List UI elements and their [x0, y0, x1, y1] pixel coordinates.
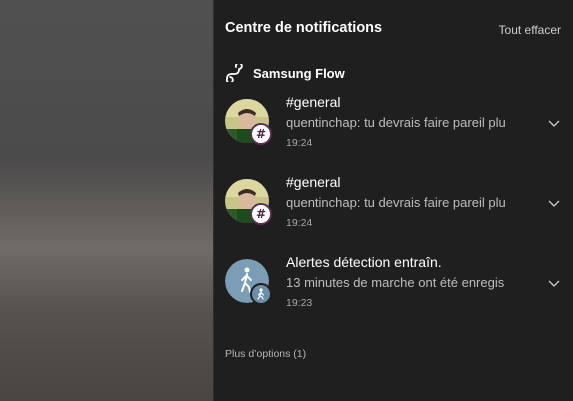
- slack-hash-icon: #: [250, 123, 272, 145]
- app-group-header[interactable]: Samsung Flow: [214, 58, 573, 92]
- chevron-down-icon[interactable]: [547, 118, 561, 128]
- notification-center: Centre de notifications Tout effacer Sam…: [213, 0, 573, 401]
- notification-item[interactable]: # #general quentinchap: tu devrais faire…: [214, 92, 573, 172]
- notification-title: #general: [286, 94, 341, 110]
- notification-time: 19:24: [286, 137, 313, 149]
- panel-header: Centre de notifications Tout effacer: [214, 0, 573, 58]
- notification-title: #general: [286, 174, 341, 190]
- health-badge-icon: [250, 283, 272, 305]
- app-group-name: Samsung Flow: [253, 66, 345, 81]
- notification-item[interactable]: # #general quentinchap: tu devrais faire…: [214, 172, 573, 252]
- clear-all-button[interactable]: Tout effacer: [499, 23, 561, 37]
- notification-item[interactable]: Alertes détection entraîn. 13 minutes de…: [214, 252, 573, 332]
- notification-time: 19:23: [286, 297, 313, 309]
- notification-body: quentinchap: tu devrais faire pareil plu: [286, 115, 506, 130]
- slack-hash-icon: #: [250, 203, 272, 225]
- notification-body: 13 minutes de marche ont été enregis: [286, 275, 505, 290]
- chevron-down-icon[interactable]: [547, 278, 561, 288]
- desktop-background: [0, 0, 213, 401]
- more-options-link[interactable]: Plus d’options (1): [225, 348, 306, 360]
- notification-title: Alertes détection entraîn.: [286, 254, 442, 270]
- notification-time: 19:24: [286, 217, 313, 229]
- samsung-flow-icon: [225, 64, 243, 82]
- chevron-down-icon[interactable]: [547, 198, 561, 208]
- panel-title: Centre de notifications: [225, 20, 383, 36]
- notification-body: quentinchap: tu devrais faire pareil plu: [286, 195, 506, 210]
